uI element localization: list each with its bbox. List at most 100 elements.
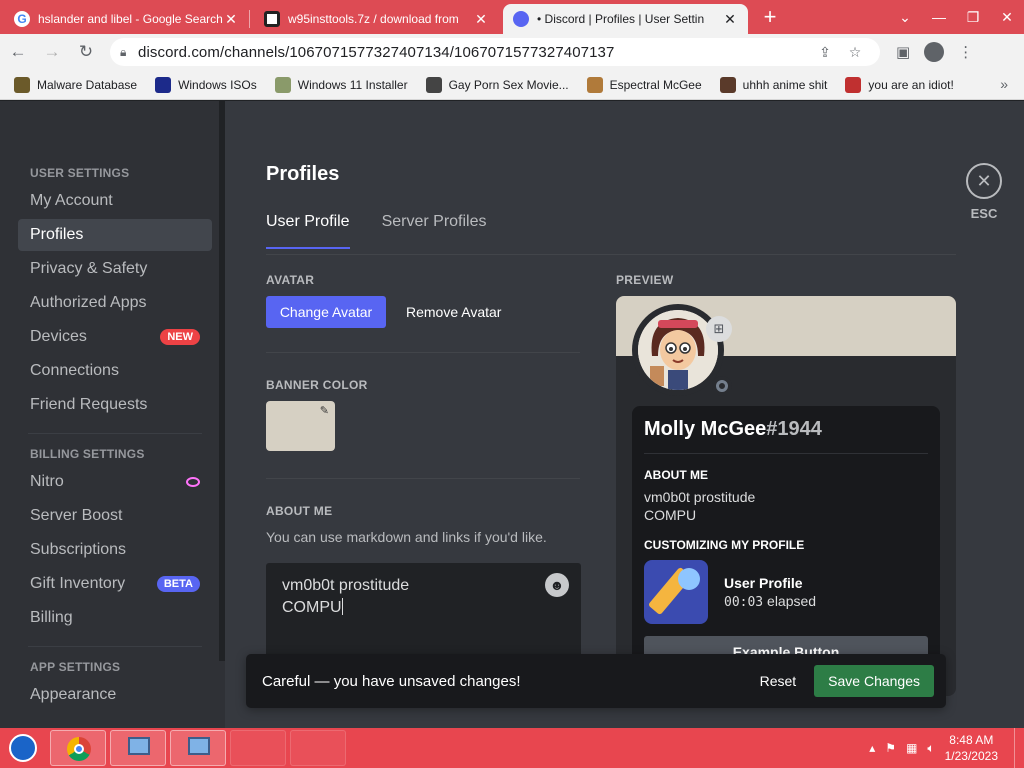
sidebar-item-privacy-safety[interactable]: Privacy & Safety: [18, 253, 212, 285]
nitro-icon: [186, 477, 200, 487]
tab-title: • Discord | Profiles | User Settin: [537, 12, 705, 26]
lock-icon[interactable]: 🔒︎: [120, 45, 138, 60]
bookmark-anime[interactable]: uhhh anime shit: [719, 76, 827, 93]
window-close-icon[interactable]: ✕: [990, 9, 1024, 26]
sidebar-item-label: Subscriptions: [30, 541, 127, 558]
banner-color-swatch[interactable]: ✎: [266, 401, 335, 451]
menu-kebab-icon[interactable]: ⋮: [958, 43, 973, 61]
sidebar-item-my-account[interactable]: My Account: [18, 185, 212, 217]
taskbar-computer-1[interactable]: [110, 730, 166, 766]
avatar[interactable]: ⊞: [632, 304, 732, 396]
sidebar-item-friend-requests[interactable]: Friend Requests: [18, 389, 212, 421]
new-badge: NEW: [160, 329, 200, 345]
change-avatar-button[interactable]: Change Avatar: [266, 296, 386, 328]
address-bar[interactable]: 🔒︎ discord.com/channels/1067071577327407…: [110, 38, 880, 66]
bookmarks-overflow-icon[interactable]: »: [1000, 76, 1008, 92]
sidebar-item-authorized-apps[interactable]: Authorized Apps: [18, 287, 212, 319]
pencil-icon: ✎: [319, 405, 329, 417]
bookmarks-bar: Malware Database Windows ISOs Windows 11…: [0, 70, 1024, 100]
preview-about-me-header: About Me: [644, 468, 708, 482]
tab-search-icon[interactable]: ⌄: [888, 9, 922, 26]
taskbar-clock[interactable]: 8:48 AM 1/23/2023: [945, 732, 998, 764]
sidebar-item-subscriptions[interactable]: Subscriptions: [18, 534, 212, 566]
save-changes-button[interactable]: Save Changes: [814, 665, 934, 697]
preview-about-me-text: vm0b0t prostitude COMPU: [644, 488, 928, 524]
sidebar-item-nitro[interactable]: Nitro: [18, 466, 212, 498]
profile-avatar-icon[interactable]: [924, 42, 945, 62]
back-arrow-icon[interactable]: ←: [2, 36, 34, 68]
bookmark-star-icon[interactable]: ☆: [840, 44, 870, 61]
sidebar-scrollbar[interactable]: [219, 101, 225, 661]
action-center-flag-icon[interactable]: ⚑: [885, 741, 896, 755]
bookmark-label: Windows 11 Installer: [297, 77, 408, 92]
taskbar-computer-2[interactable]: [170, 730, 226, 766]
share-icon[interactable]: ⇪: [810, 44, 840, 61]
face-icon: [425, 76, 442, 93]
close-icon[interactable]: ✕: [223, 11, 239, 27]
taskbar-app-faded-1[interactable]: [230, 730, 286, 766]
sidebar-item-label: Billing: [30, 609, 73, 626]
customizing-header: Customizing My Profile: [644, 538, 805, 552]
bookmark-label: you are an idiot!: [868, 77, 954, 92]
sidebar-item-appearance[interactable]: Appearance: [18, 679, 212, 711]
forward-arrow-icon[interactable]: →: [36, 36, 68, 68]
activity-pencil-icon: [644, 560, 708, 624]
sidebar-item-label: Nitro: [30, 473, 64, 490]
restore-icon[interactable]: ❐: [956, 9, 990, 26]
sidebar-item-label: Devices: [30, 328, 87, 345]
tray-overflow-icon[interactable]: ▴: [869, 741, 875, 755]
sidebar-item-profiles[interactable]: Profiles: [18, 219, 212, 251]
character-icon: [586, 76, 603, 93]
network-icon[interactable]: ▦: [906, 741, 917, 755]
sidebar-item-connections[interactable]: Connections: [18, 355, 212, 387]
close-icon[interactable]: ✕: [473, 11, 489, 27]
new-tab-button[interactable]: +: [756, 4, 784, 32]
bookmark-label: Gay Porn Sex Movie...: [448, 77, 569, 92]
bookmark-espectral-mcgee[interactable]: Espectral McGee: [586, 76, 702, 93]
show-desktop-button[interactable]: [1014, 728, 1024, 768]
emoji-picker-icon[interactable]: ☻: [545, 573, 569, 597]
bookmark-label: Malware Database: [37, 77, 138, 92]
bookmark-malware-database[interactable]: Malware Database: [14, 76, 138, 93]
banner-color-label: Banner Color: [266, 378, 368, 392]
bookmark-windows-11-installer[interactable]: Windows 11 Installer: [274, 76, 408, 93]
close-settings-button[interactable]: ✕: [966, 163, 1002, 199]
reset-button[interactable]: Reset: [742, 673, 815, 689]
activity-row: User Profile 00:03 elapsed: [644, 560, 928, 624]
avatar-section-label: Avatar: [266, 273, 315, 287]
close-icon[interactable]: ✕: [722, 11, 738, 27]
start-button[interactable]: [0, 728, 46, 768]
sidebar-item-gift-inventory[interactable]: Gift Inventory BETA: [18, 568, 212, 600]
minimize-icon[interactable]: —: [922, 9, 956, 25]
side-panel-icon[interactable]: ▣: [896, 43, 910, 61]
taskbar-app-faded-2[interactable]: [290, 730, 346, 766]
tabs-divider: [266, 254, 956, 255]
avatar-image: [638, 310, 718, 390]
add-image-icon[interactable]: ⊞: [706, 316, 732, 342]
tab-server-profiles[interactable]: Server Profiles: [382, 213, 487, 249]
reload-icon[interactable]: ↻: [70, 36, 102, 68]
browser-tab-discord[interactable]: • Discord | Profiles | User Settin ✕: [503, 4, 748, 34]
tab-user-profile[interactable]: User Profile: [266, 213, 350, 249]
bookmark-movie[interactable]: Gay Porn Sex Movie...: [425, 76, 569, 93]
profile-tabs: User Profile Server Profiles: [266, 213, 487, 249]
section-divider: [266, 352, 580, 353]
profile-card-body: Molly McGee#1944 About Me vm0b0t prostit…: [632, 406, 940, 696]
browser-tab-download[interactable]: w95insttools.7z / download from ✕: [254, 4, 499, 34]
remove-avatar-button[interactable]: Remove Avatar: [398, 296, 509, 328]
about-me-line-current: COMPU: [282, 597, 565, 619]
url-text[interactable]: discord.com/channels/1067071577327407134…: [138, 44, 810, 61]
settings-content: Profiles User Profile Server Profiles Av…: [226, 101, 1024, 728]
sidebar-item-billing[interactable]: Billing: [18, 602, 212, 634]
bookmark-you-are-an-idiot[interactable]: you are an idiot!: [845, 76, 954, 93]
preview-about-line: vm0b0t prostitude: [644, 489, 756, 505]
tab-separator: [249, 10, 250, 28]
bookmark-windows-isos[interactable]: Windows ISOs: [155, 76, 257, 93]
volume-icon[interactable]: 🔈︎: [927, 741, 934, 756]
browser-tab-google[interactable]: G hslander and libel - Google Search ✕: [4, 4, 249, 34]
sidebar-item-devices[interactable]: Devices NEW: [18, 321, 212, 353]
sidebar-item-server-boost[interactable]: Server Boost: [18, 500, 212, 532]
unsaved-changes-message: Careful — you have unsaved changes!: [262, 672, 521, 690]
taskbar-chrome[interactable]: [50, 730, 106, 766]
activity-title: User Profile: [724, 574, 803, 591]
